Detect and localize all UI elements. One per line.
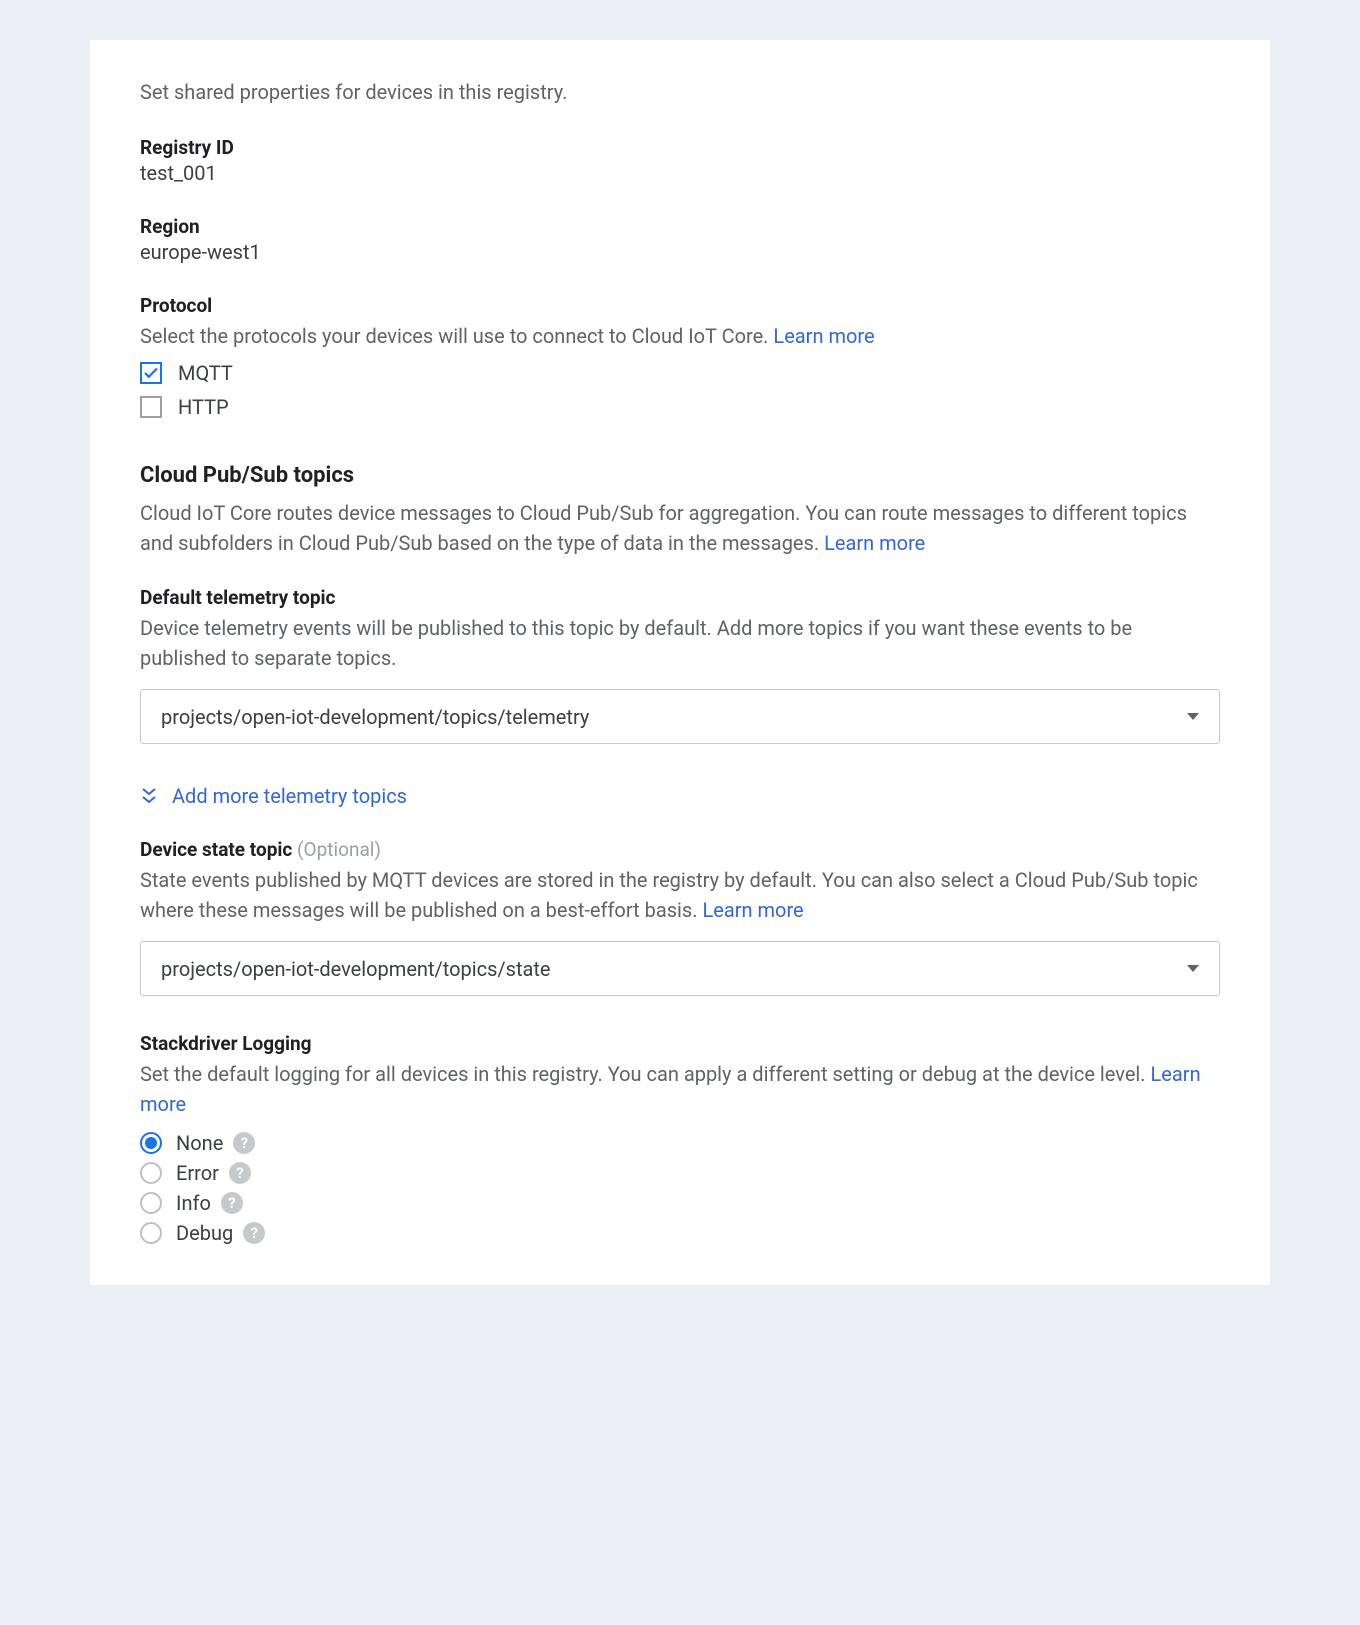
region-block: Region europe-west1: [140, 215, 1220, 264]
state-topic-optional: (Optional): [297, 838, 381, 861]
add-more-telemetry-button[interactable]: Add more telemetry topics: [140, 784, 1220, 808]
logging-option-debug-label: Debug: [176, 1221, 233, 1245]
protocol-option-mqtt-label: MQTT: [178, 361, 233, 385]
registry-id-block: Registry ID test_001: [140, 136, 1220, 185]
help-icon[interactable]: ?: [243, 1222, 265, 1244]
protocol-label: Protocol: [140, 294, 1220, 317]
help-icon[interactable]: ?: [229, 1162, 251, 1184]
protocol-option-http[interactable]: HTTP: [140, 395, 1220, 419]
registry-settings-card: Set shared properties for devices in thi…: [90, 40, 1270, 1285]
state-topic-value: projects/open-iot-development/topics/sta…: [161, 957, 551, 981]
logging-option-error[interactable]: Error ?: [140, 1161, 1220, 1185]
state-topic-learn-more-link[interactable]: Learn more: [702, 898, 803, 922]
checkbox-http[interactable]: [140, 396, 162, 418]
region-value: europe-west1: [140, 240, 1220, 264]
registry-id-value: test_001: [140, 161, 1220, 185]
pubsub-description: Cloud IoT Core routes device messages to…: [140, 498, 1220, 558]
protocol-options: MQTT HTTP: [140, 361, 1220, 419]
chevron-down-icon: [1187, 965, 1199, 972]
add-more-telemetry-label: Add more telemetry topics: [172, 784, 407, 808]
help-icon[interactable]: ?: [233, 1132, 255, 1154]
registry-id-label: Registry ID: [140, 136, 1220, 159]
intro-text: Set shared properties for devices in thi…: [140, 80, 1220, 104]
telemetry-topic-select[interactable]: projects/open-iot-development/topics/tel…: [140, 689, 1220, 744]
logging-option-info-label: Info: [176, 1191, 211, 1215]
help-icon[interactable]: ?: [221, 1192, 243, 1214]
telemetry-label: Default telemetry topic: [140, 586, 1220, 609]
protocol-block: Protocol Select the protocols your devic…: [140, 294, 1220, 419]
chevron-down-icon: [1187, 713, 1199, 720]
state-topic-label: Device state topic (Optional): [140, 838, 1220, 861]
pubsub-heading: Cloud Pub/Sub topics: [140, 463, 1220, 488]
protocol-learn-more-link[interactable]: Learn more: [773, 324, 874, 348]
state-topic-select[interactable]: projects/open-iot-development/topics/sta…: [140, 941, 1220, 996]
checkmark-icon: [142, 364, 160, 382]
state-topic-description: State events published by MQTT devices a…: [140, 865, 1220, 925]
protocol-description-text: Select the protocols your devices will u…: [140, 324, 773, 348]
logging-option-none[interactable]: None ?: [140, 1131, 1220, 1155]
logging-option-debug[interactable]: Debug ?: [140, 1221, 1220, 1245]
state-topic-label-text: Device state topic: [140, 838, 297, 861]
protocol-option-http-label: HTTP: [178, 395, 229, 419]
checkbox-mqtt[interactable]: [140, 362, 162, 384]
radio-error[interactable]: [140, 1162, 162, 1184]
pubsub-description-text: Cloud IoT Core routes device messages to…: [140, 501, 1187, 555]
logging-options: None ? Error ? Info ? Debug ?: [140, 1131, 1220, 1245]
telemetry-topic-value: projects/open-iot-development/topics/tel…: [161, 705, 589, 729]
radio-none[interactable]: [140, 1132, 162, 1154]
region-label: Region: [140, 215, 1220, 238]
radio-debug[interactable]: [140, 1222, 162, 1244]
pubsub-learn-more-link[interactable]: Learn more: [824, 531, 925, 555]
logging-option-info[interactable]: Info ?: [140, 1191, 1220, 1215]
logging-description: Set the default logging for all devices …: [140, 1059, 1220, 1119]
logging-description-text: Set the default logging for all devices …: [140, 1062, 1151, 1086]
telemetry-description: Device telemetry events will be publishe…: [140, 613, 1220, 673]
logging-option-error-label: Error: [176, 1161, 219, 1185]
radio-info[interactable]: [140, 1192, 162, 1214]
state-topic-description-text: State events published by MQTT devices a…: [140, 868, 1198, 922]
double-chevron-down-icon: [140, 787, 158, 805]
protocol-option-mqtt[interactable]: MQTT: [140, 361, 1220, 385]
logging-option-none-label: None: [176, 1131, 223, 1155]
protocol-description: Select the protocols your devices will u…: [140, 321, 1220, 351]
logging-label: Stackdriver Logging: [140, 1032, 1220, 1055]
